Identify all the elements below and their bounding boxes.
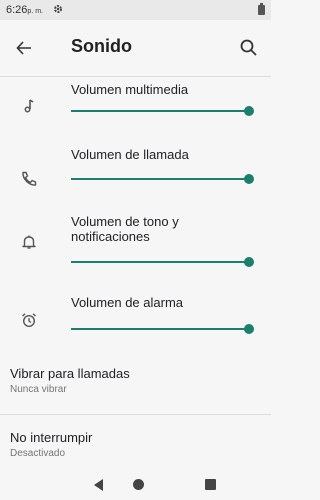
status-time: 6:26p. m. [6,4,43,16]
pref-no-interrumpir[interactable]: No interrumpir Desactivado [0,418,271,464]
music-note-icon [20,97,38,115]
page-title: Sonido [71,36,132,56]
pref-subtitle-vibrar: Nunca vibrar [10,384,67,395]
nav-back-icon[interactable] [94,479,103,491]
slider-label-notificaciones: Volumen de tono y notificaciones [71,214,179,244]
pref-vibrar[interactable]: Vibrar para llamadas Nunca vibrar [0,356,271,402]
slider-label-multimedia: Volumen multimedia [71,82,189,97]
pref-title-no-interrumpir: No interrumpir [10,430,93,445]
slider-multimedia[interactable] [71,110,251,112]
status-time-value: 6:26 [6,4,28,16]
battery-icon [258,3,265,15]
slider-label-alarma: Volumen de alarma [71,295,184,310]
slider-llamada[interactable] [71,178,251,180]
navigation-bar [0,470,271,500]
alarm-clock-icon [20,311,38,329]
slider-knob-llamada[interactable] [244,174,254,184]
nav-home-icon[interactable] [133,479,144,490]
slider-alarma[interactable] [71,328,251,330]
slider-row-llamada: Volumen de llamada [0,144,271,209]
search-icon[interactable] [237,36,261,60]
slider-row-multimedia: Volumen multimedia [0,77,271,144]
slider-knob-multimedia[interactable] [244,106,254,116]
slider-row-alarma: Volumen de alarma [0,281,271,349]
bell-icon [20,233,38,251]
pref-subtitle-no-interrumpir: Desactivado [10,448,66,459]
gear-icon [53,4,63,17]
nav-recents-icon[interactable] [205,479,216,490]
slider-knob-alarma[interactable] [244,324,254,334]
pref-title-vibrar: Vibrar para llamadas [10,366,130,381]
slider-label-llamada: Volumen de llamada [71,147,189,162]
slider-knob-notificaciones[interactable] [244,257,254,267]
back-arrow-icon[interactable] [12,36,36,60]
status-bar: 6:26p. m. [0,0,271,20]
slider-row-notificaciones: Volumen de tono y notificaciones [0,209,271,281]
status-ampm: p. m. [27,8,43,15]
slider-notificaciones[interactable] [71,261,251,263]
pref-divider [0,414,271,415]
app-bar: Sonido [0,20,271,76]
phone-icon [20,170,38,188]
